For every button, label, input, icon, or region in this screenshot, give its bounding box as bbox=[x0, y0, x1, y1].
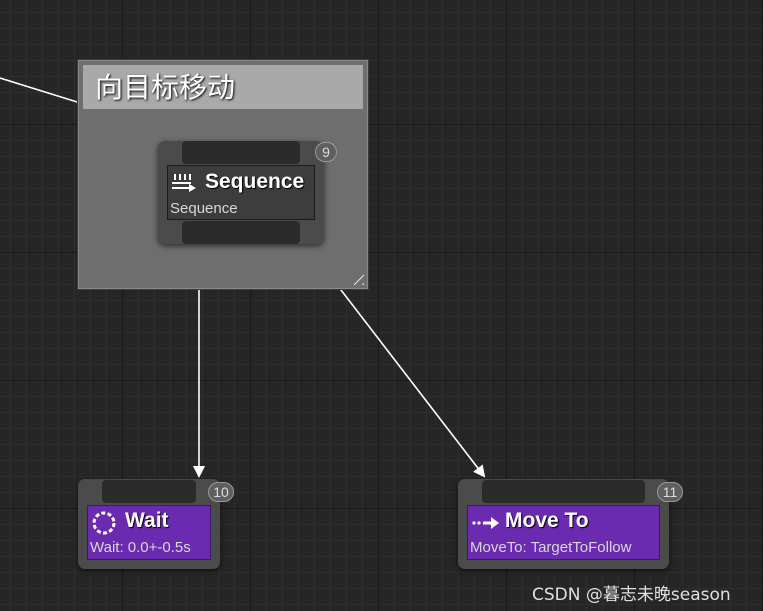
move-to-node-body: Move To MoveTo: TargetToFollow bbox=[467, 505, 660, 560]
input-pin[interactable] bbox=[482, 480, 645, 503]
wait-subtitle: Wait: 0.0+-0.5s bbox=[90, 539, 191, 556]
execution-index-badge: 9 bbox=[315, 142, 337, 162]
move-to-icon bbox=[472, 517, 499, 529]
input-pin[interactable] bbox=[102, 480, 196, 503]
sequence-node-body: Sequence Sequence bbox=[167, 165, 315, 220]
sequence-title: Sequence bbox=[205, 170, 305, 193]
output-pin[interactable] bbox=[182, 221, 300, 244]
wait-node[interactable]: Wait Wait: 0.0+-0.5s 10 bbox=[78, 479, 234, 569]
move-to-node[interactable]: Move To MoveTo: TargetToFollow 11 bbox=[458, 479, 683, 569]
move-to-subtitle: MoveTo: TargetToFollow bbox=[470, 539, 632, 556]
wait-node-body: Wait Wait: 0.0+-0.5s bbox=[87, 505, 211, 560]
wait-title: Wait bbox=[125, 509, 169, 532]
sequence-icon bbox=[172, 174, 196, 192]
move-to-title: Move To bbox=[505, 509, 589, 532]
comment-title[interactable]: 向目标移动 bbox=[83, 65, 363, 109]
sequence-node[interactable]: Sequence Sequence 9 bbox=[158, 141, 337, 244]
sequence-subtitle: Sequence bbox=[170, 200, 238, 217]
execution-index-badge: 10 bbox=[208, 482, 234, 502]
watermark: CSDN @暮志未晚season bbox=[532, 585, 731, 605]
wait-icon bbox=[92, 511, 116, 535]
execution-index-badge: 11 bbox=[657, 482, 683, 502]
input-pin[interactable] bbox=[182, 141, 300, 164]
resize-grip-icon[interactable] bbox=[348, 269, 364, 285]
